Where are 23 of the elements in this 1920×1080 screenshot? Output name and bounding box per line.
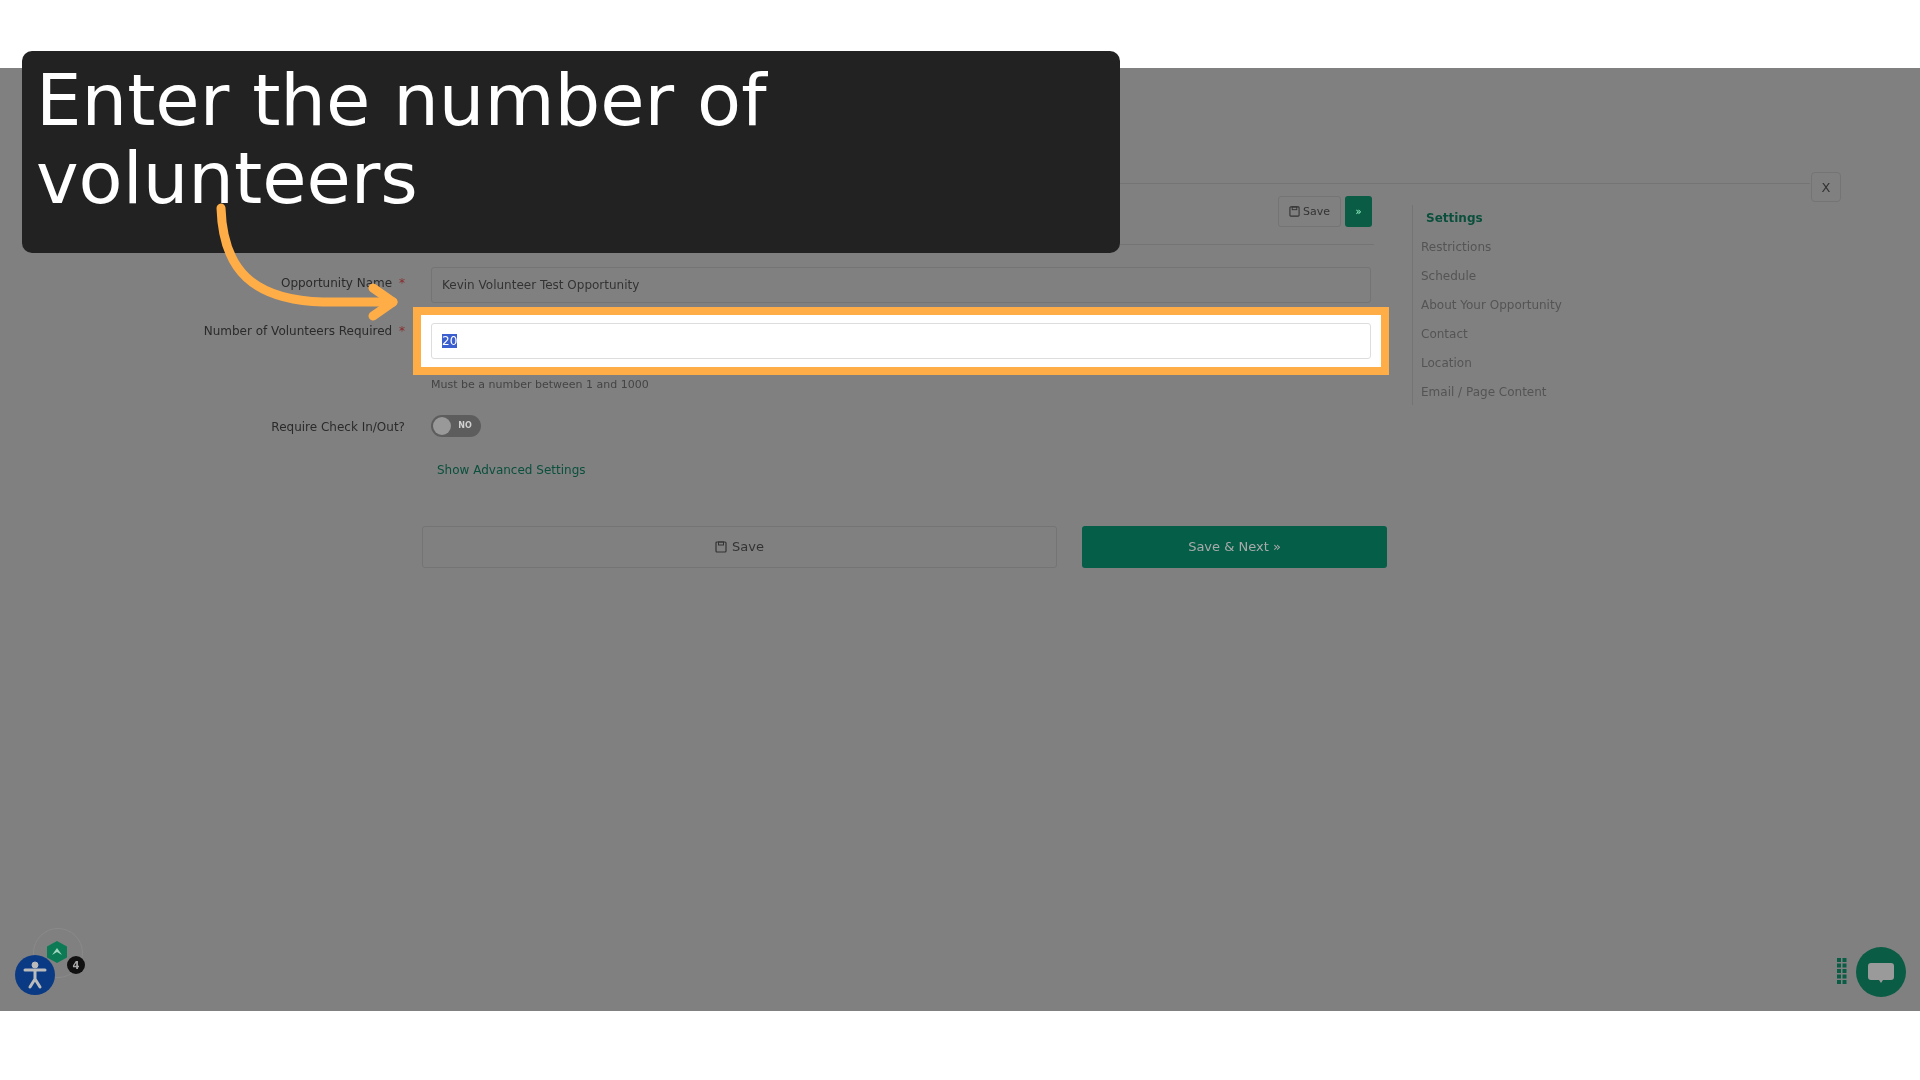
close-button[interactable]: X (1811, 172, 1841, 202)
save-icon (715, 540, 728, 553)
required-mark: * (399, 324, 405, 338)
drag-handle-icon[interactable] (1837, 958, 1847, 984)
field-label: Number of Volunteers Required (203, 324, 393, 338)
required-mark: * (399, 276, 405, 290)
save-button[interactable]: Save (1278, 196, 1341, 227)
input-field[interactable]: Kevin Volunteer Test Opportunity (431, 267, 1371, 303)
sidebar-item[interactable]: Settings (1421, 211, 1562, 225)
helper-text: Must be a number between 1 and 1000 (431, 378, 650, 391)
input-field[interactable]: 20 (431, 323, 1371, 359)
toggle-switch[interactable]: NO (431, 414, 481, 437)
chat-icon[interactable] (1856, 947, 1906, 997)
hexagon-logo-icon[interactable] (45, 940, 69, 964)
field-label: Require Check In/Out? (271, 420, 405, 434)
next-button[interactable]: » (1345, 196, 1372, 227)
save-button[interactable]: Save (422, 525, 1057, 568)
save-next-button[interactable]: Save & Next » (1082, 525, 1387, 568)
notification-badge: 4 (67, 956, 85, 974)
callout-text: Enter the number of volunteers (36, 61, 769, 217)
advanced-settings-link[interactable]: Show Advanced Settings (437, 462, 586, 477)
accessibility-icon[interactable] (15, 955, 55, 995)
save-icon (1289, 206, 1300, 217)
